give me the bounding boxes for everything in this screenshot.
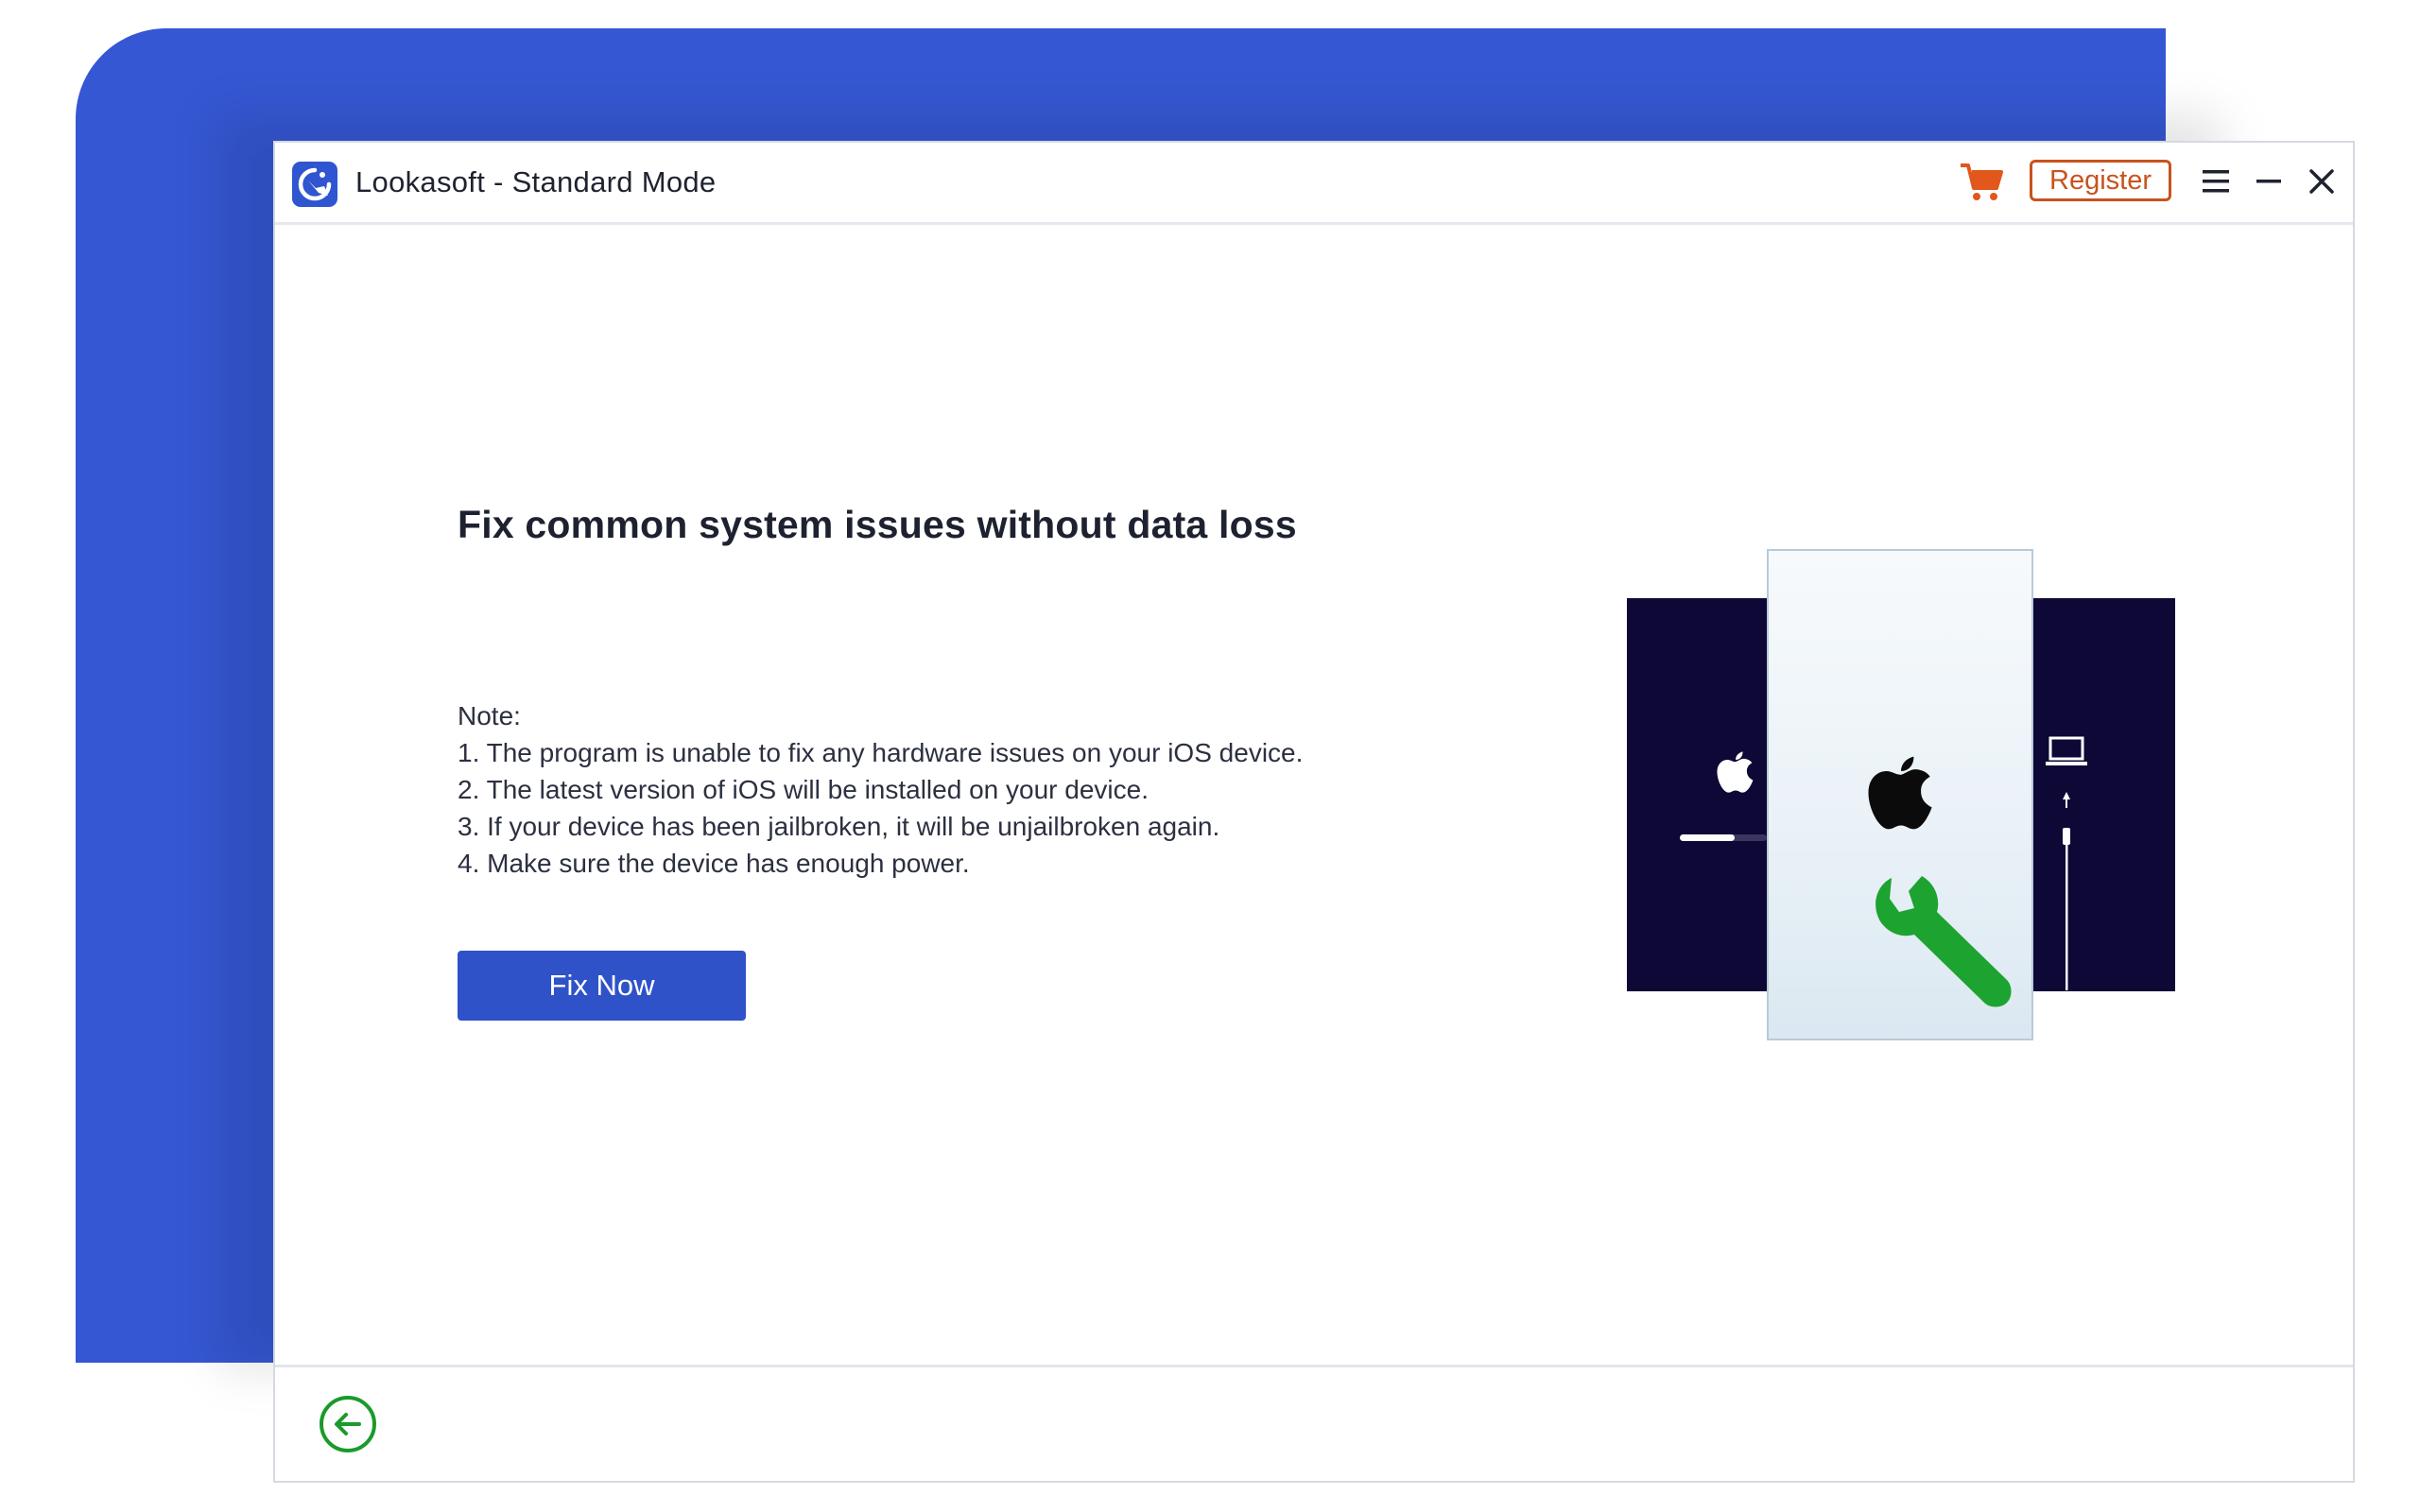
- computer-icon: [2046, 736, 2087, 765]
- app-window: Lookasoft - Standard Mode Register Fix c: [273, 141, 2355, 1483]
- note-item: 1. The program is unable to fix any hard…: [458, 738, 1304, 767]
- close-icon[interactable]: [2306, 165, 2338, 198]
- apple-logo-small-icon: [1717, 751, 1754, 793]
- register-button[interactable]: Register: [2030, 160, 2171, 201]
- progress-fill: [1680, 834, 1735, 841]
- minimize-icon[interactable]: [2253, 165, 2285, 198]
- note-item: 3. If your device has been jailbroken, i…: [458, 812, 1220, 841]
- usb-cable-icon: [2063, 792, 2070, 990]
- illustration-right-panel: [2033, 598, 2175, 991]
- apple-logo-icon: [1868, 756, 1932, 830]
- illustration-left-panel: [1627, 598, 1767, 991]
- repair-illustration: [1627, 549, 2175, 1040]
- title-bar-controls: Register: [275, 143, 2353, 222]
- fix-now-button[interactable]: Fix Now: [458, 951, 746, 1021]
- page-heading: Fix common system issues without data lo…: [458, 503, 1297, 546]
- wrench-icon: [1876, 876, 2012, 1007]
- menu-icon[interactable]: [2200, 165, 2232, 198]
- note-item: 2. The latest version of iOS will be ins…: [458, 775, 1149, 804]
- back-arrow-icon[interactable]: [318, 1394, 378, 1454]
- note-block: Note: 1. The program is unable to fix an…: [458, 697, 1303, 882]
- note-title: Note:: [458, 701, 521, 730]
- note-item: 4. Make sure the device has enough power…: [458, 849, 970, 878]
- footer-bar: [275, 1365, 2353, 1481]
- cart-icon[interactable]: [1958, 160, 2005, 205]
- title-bar: Lookasoft - Standard Mode Register: [275, 143, 2353, 225]
